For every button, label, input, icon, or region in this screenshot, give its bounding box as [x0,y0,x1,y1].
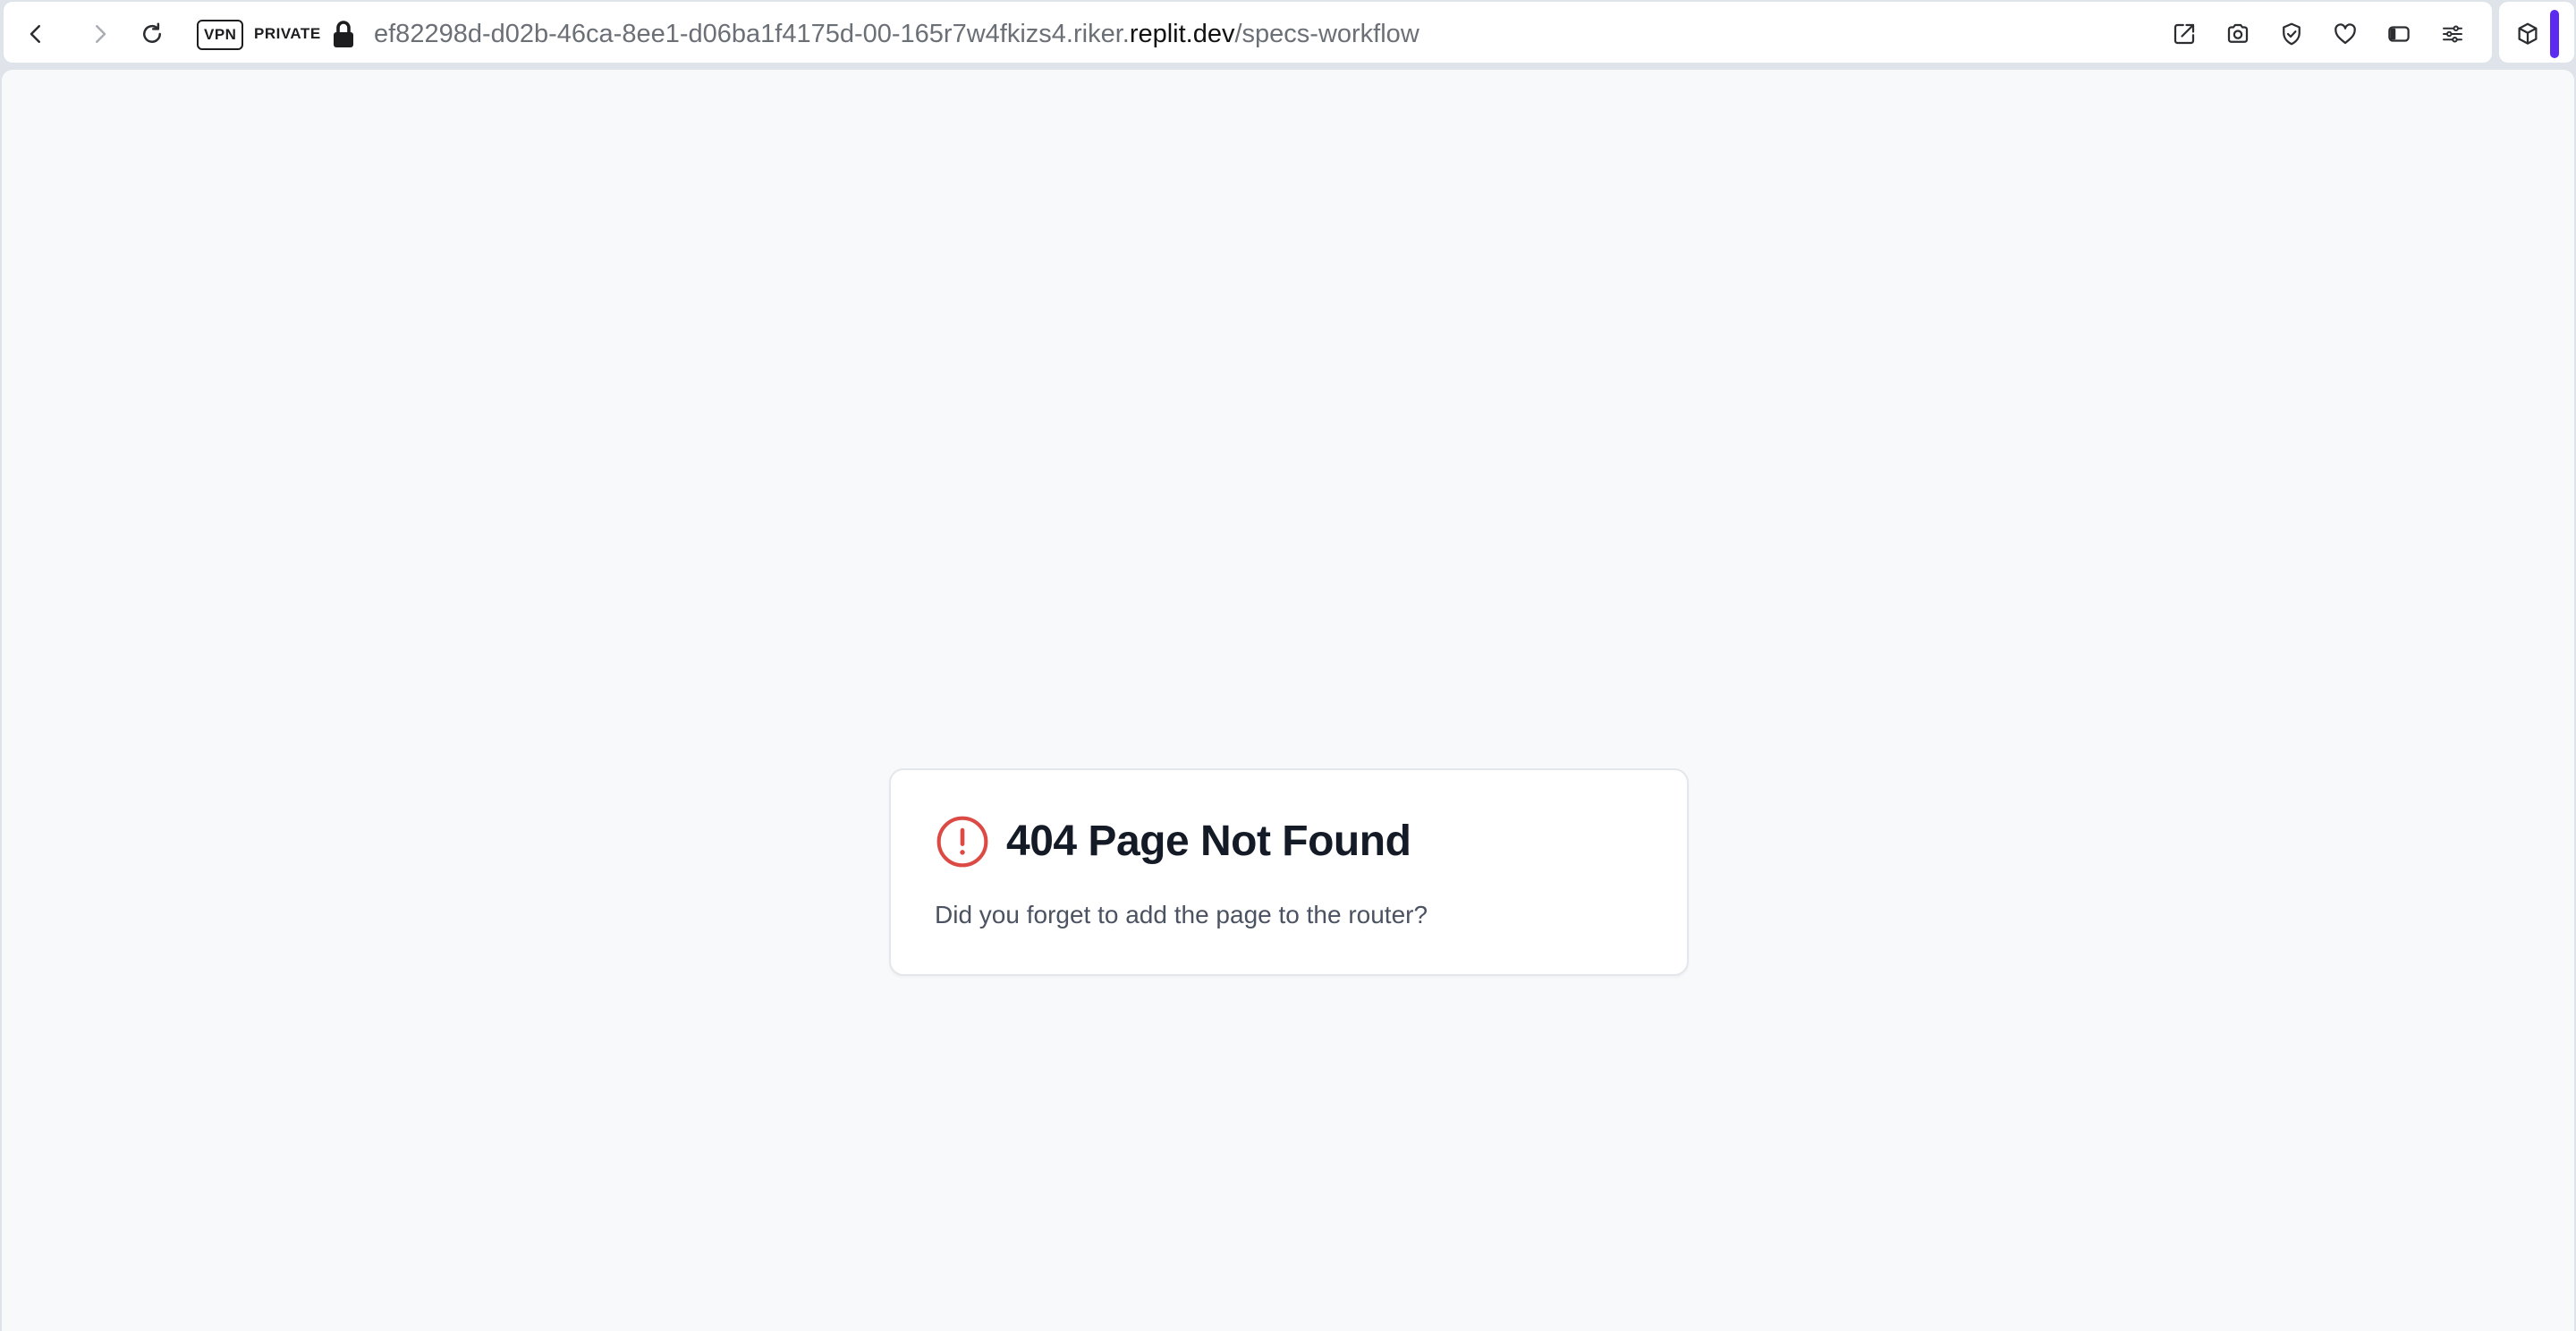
shield-check-icon [2283,22,2301,46]
lock-icon[interactable] [331,20,356,48]
vpn-badge[interactable]: VPN [197,20,244,50]
settings-button[interactable] [2436,18,2469,50]
favorite-button[interactable] [2329,18,2361,50]
private-mode-label: PRIVATE [254,25,321,42]
screenshot-button[interactable] [2222,18,2254,50]
share-button[interactable] [2168,18,2200,50]
url-field[interactable]: ef82298d-d02b-46ca-8ee1-d06ba1f4175d-00-… [374,16,1419,52]
alert-circle-icon [936,816,988,868]
not-found-card: 404 Page Not Found Did you forget to add… [889,768,1689,976]
back-button[interactable] [20,18,52,50]
share-icon [2174,23,2195,45]
error-title: 404 Page Not Found [1006,818,1411,865]
address-bar-container: VPN PRIVATE ef82298d-d02b-46ca-8ee1-d06b… [4,2,2492,63]
tune-icon [2443,25,2462,43]
camera-icon [2227,23,2249,43]
extension-accent-bar[interactable] [2550,10,2559,58]
reload-icon [143,22,161,43]
extensions-button[interactable] [2512,18,2544,50]
url-host: replit.dev [1129,20,1235,48]
heart-icon [2334,23,2356,45]
cube-icon [2518,22,2538,45]
back-icon [30,25,40,43]
error-description: Did you forget to add the page to the ro… [935,901,1428,928]
page-viewport: 404 Page Not Found Did you forget to add… [2,70,2574,1331]
url-prefix: ef82298d-d02b-46ca-8ee1-d06ba1f4175d-00-… [374,20,1130,48]
browser-toolbar: VPN PRIVATE ef82298d-d02b-46ca-8ee1-d06b… [0,0,2576,64]
sidebar-icon [2388,26,2410,42]
sidebar-button[interactable] [2383,18,2415,50]
reload-button[interactable] [136,18,168,50]
url-path: /specs-workflow [1234,20,1419,48]
forward-icon [96,25,106,43]
shield-button[interactable] [2275,18,2308,50]
extensions-container [2499,2,2574,63]
forward-button[interactable] [84,18,116,50]
